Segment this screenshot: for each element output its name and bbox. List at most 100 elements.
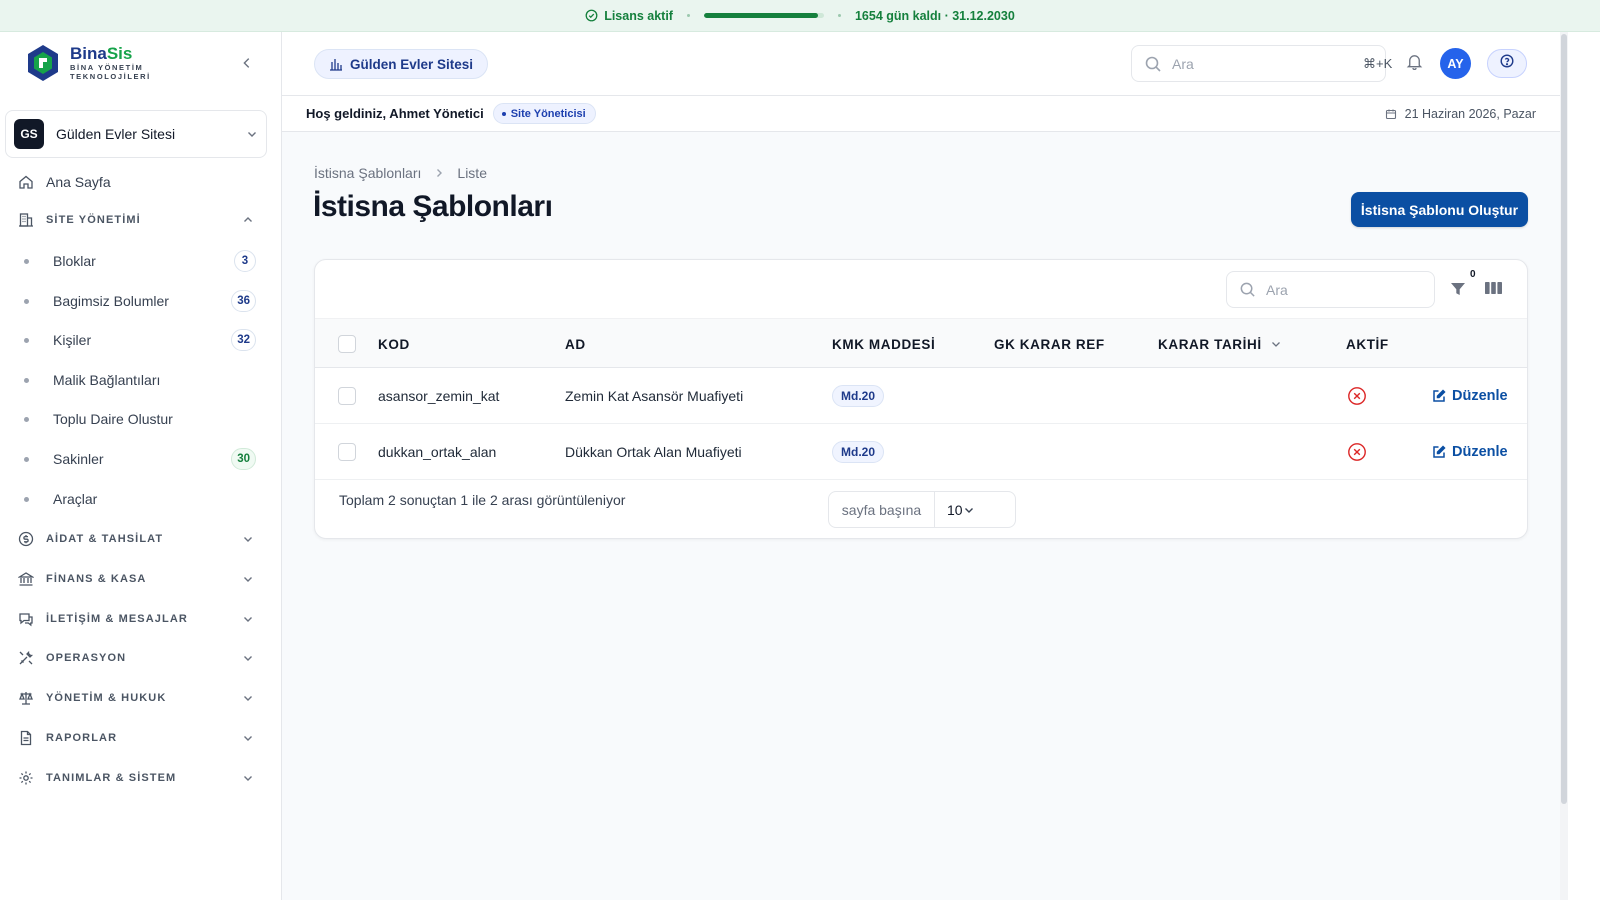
table-row[interactable]: dukkan_ortak_alan Dükkan Ortak Alan Muaf… — [315, 424, 1527, 480]
global-search[interactable]: ⌘+K — [1131, 45, 1392, 82]
per-page-select[interactable]: sayfa başına 10 — [828, 491, 1016, 528]
sidebar-section-aidat-tahsilat[interactable]: AİDAT & TAHSİLAT — [18, 524, 254, 554]
row-checkbox[interactable] — [338, 443, 356, 461]
sidebar-item-home[interactable]: Ana Sayfa — [18, 167, 254, 197]
sidebar-section-raporlar[interactable]: RAPORLAR — [18, 723, 254, 753]
column-header-kmk-maddesi[interactable]: KMK MADDESİ — [832, 319, 935, 369]
welcome-bar: Hoş geldiniz, Ahmet Yönetici Site Yöneti… — [282, 96, 1560, 132]
chat-icon — [18, 611, 34, 627]
role-badge: Site Yöneticisi — [492, 103, 596, 124]
site-selector[interactable]: GS Gülden Evler Sitesi — [5, 110, 267, 158]
sort-chevron-down-icon — [1262, 338, 1282, 350]
sidebar-item-label: Araçlar — [53, 491, 98, 507]
bullet — [24, 337, 29, 343]
table-row[interactable]: asansor_zemin_kat Zemin Kat Asansör Muaf… — [315, 368, 1527, 424]
edit-button[interactable]: Düzenle — [1432, 444, 1508, 460]
dollar-circle-icon — [18, 531, 34, 547]
separator-dot — [686, 14, 690, 17]
sidebar-item-bloklar[interactable]: Bloklar 3 — [24, 246, 256, 276]
column-header-aktif[interactable]: AKTİF — [1346, 319, 1389, 369]
sidebar-section-label: OPERASYON — [46, 652, 127, 664]
chevron-down-icon — [242, 613, 254, 625]
column-header-karar-tarihi[interactable]: KARAR TARİHİ — [1158, 319, 1282, 369]
notifications-button[interactable] — [1402, 52, 1426, 76]
bullet — [24, 416, 29, 422]
sidebar-item-kisiler[interactable]: Kişiler 32 — [24, 325, 256, 355]
welcome-text: Hoş geldiniz, Ahmet Yönetici — [306, 106, 484, 121]
current-date-text: 21 Haziran 2026, Pazar — [1404, 106, 1536, 121]
cell-kmk: Md.20 — [832, 368, 885, 424]
check-circle-icon — [585, 9, 598, 22]
edit-button[interactable]: Düzenle — [1432, 388, 1508, 404]
bullet — [24, 496, 29, 502]
sidebar-section-yonetim-hukuk[interactable]: YÖNETİM & HUKUK — [18, 683, 254, 713]
sidebar-section-label: YÖNETİM & HUKUK — [46, 692, 167, 704]
brand-mark-icon — [26, 44, 60, 82]
sidebar-item-label: Sakinler — [53, 451, 104, 467]
help-button[interactable] — [1487, 49, 1527, 78]
bank-icon — [18, 571, 34, 587]
current-site-chip[interactable]: Gülden Evler Sitesi — [314, 49, 489, 79]
count-badge: 32 — [231, 329, 256, 351]
cell-kod: dukkan_ortak_alan — [378, 444, 497, 460]
sidebar-item-malik-baglantilari[interactable]: Malik Bağlantıları — [24, 365, 256, 395]
current-date: 21 Haziran 2026, Pazar — [1385, 107, 1536, 121]
license-status-text: Lisans aktif — [604, 8, 673, 23]
page-scrollbar-thumb[interactable] — [1561, 34, 1567, 804]
columns-toggle-button[interactable] — [1484, 280, 1504, 298]
filter-button[interactable] — [1449, 278, 1469, 300]
row-checkbox[interactable] — [338, 387, 356, 405]
license-status: Lisans aktif — [585, 9, 673, 23]
search-shortcut: ⌘+K — [1363, 55, 1393, 71]
chevron-up-icon — [242, 214, 254, 226]
sidebar-section-finans-kasa[interactable]: FİNANS & KASA — [18, 564, 254, 594]
count-badge: 36 — [231, 290, 256, 312]
sidebar-item-araclar[interactable]: Araçlar — [24, 484, 256, 514]
kmk-badge: Md.20 — [832, 385, 885, 407]
sidebar-item-label: Bagimsiz Bolumler — [53, 293, 169, 309]
sidebar-item-label: Kişiler — [53, 332, 92, 348]
page-title: İstisna Şablonları — [313, 190, 553, 223]
sidebar-section-tanimlar-sistem[interactable]: TANIMLAR & SİSTEM — [18, 763, 254, 793]
sidebar-section-iletisim-mesajlar[interactable]: İLETİŞİM & MESAJLAR — [18, 604, 254, 634]
home-icon — [18, 174, 34, 190]
chevron-down-icon — [242, 652, 254, 664]
kmk-badge: Md.20 — [832, 441, 885, 463]
brand-logo[interactable]: BinaSis BİNA YÖNETİM TEKNOLOJİLERİ — [26, 44, 151, 82]
license-remaining: 1654 gün kaldı · 31.12.2030 — [854, 8, 1015, 23]
sidebar: BinaSis BİNA YÖNETİM TEKNOLOJİLERİ GS Gü… — [0, 32, 282, 900]
table-search-input[interactable] — [1266, 281, 1447, 298]
scale-icon — [18, 690, 34, 706]
inactive-x-circle-icon — [1347, 368, 1367, 424]
table-search[interactable] — [1226, 271, 1447, 308]
bullet — [24, 456, 29, 462]
bullet — [24, 298, 29, 304]
column-header-ad[interactable]: AD — [565, 319, 586, 369]
sidebar-item-toplu-daire-olustur[interactable]: Toplu Daire Olustur — [24, 404, 256, 434]
edit-label: Düzenle — [1452, 444, 1508, 460]
sidebar-item-label: Malik Bağlantıları — [53, 372, 161, 388]
sidebar-item-label: Bloklar — [53, 253, 96, 269]
search-icon — [1239, 281, 1256, 298]
sidebar-section-label: AİDAT & TAHSİLAT — [46, 533, 164, 545]
select-all-checkbox[interactable] — [338, 335, 356, 353]
chevron-right-icon — [433, 167, 445, 179]
edit-icon — [1432, 389, 1446, 403]
current-site-name: Gülden Evler Sitesi — [350, 56, 474, 72]
filter-icon — [1449, 280, 1469, 298]
sidebar-section-operasyon[interactable]: OPERASYON — [18, 643, 254, 673]
collapse-sidebar-button[interactable] — [236, 52, 258, 74]
column-header-kod[interactable]: KOD — [378, 319, 410, 369]
sidebar-item-sakinler[interactable]: Sakinler 30 — [24, 444, 256, 474]
sidebar-section-site-management[interactable]: SİTE YÖNETİMİ — [18, 205, 254, 235]
sidebar-section-label: FİNANS & KASA — [46, 573, 147, 585]
column-header-gk-karar-ref[interactable]: GK KARAR REF — [994, 319, 1105, 369]
create-template-button[interactable]: İstisna Şablonu Oluştur — [1351, 192, 1528, 227]
sidebar-item-bagimsiz-bolumler[interactable]: Bagimsiz Bolumler 36 — [24, 286, 256, 316]
user-avatar[interactable]: AY — [1440, 48, 1471, 79]
edit-label: Düzenle — [1452, 388, 1508, 404]
license-progress-bar — [703, 13, 824, 18]
breadcrumb-link-templates[interactable]: İstisna Şablonları — [314, 165, 421, 181]
bullet — [24, 258, 29, 264]
global-search-input[interactable] — [1172, 55, 1353, 72]
